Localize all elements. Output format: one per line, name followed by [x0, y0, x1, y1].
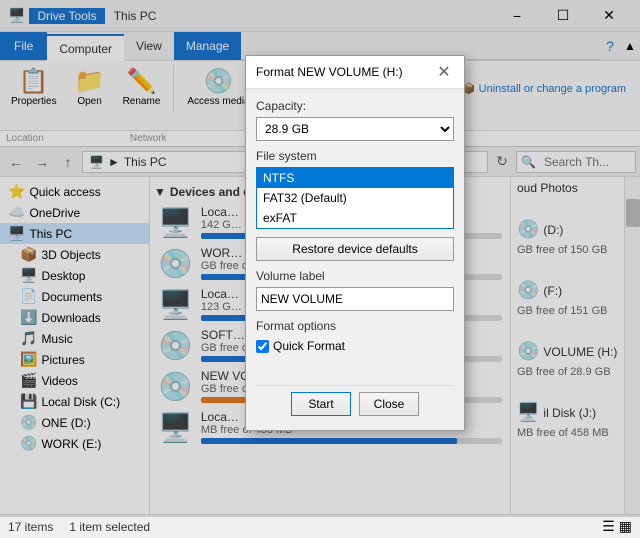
quick-format-label: Quick Format [273, 339, 345, 353]
view-list-button[interactable]: ☰ [602, 518, 615, 535]
quick-format-checkbox-row: Quick Format [256, 339, 454, 353]
modal-title-text: Format NEW VOLUME (H:) [256, 65, 403, 79]
filesystem-option-exfat[interactable]: exFAT [257, 208, 453, 228]
modal-body: Capacity: 28.9 GB File system NTFS FAT32… [246, 89, 464, 430]
extra-space [256, 361, 454, 381]
filesystem-label: File system [256, 149, 454, 163]
format-options-label: Format options [256, 319, 454, 333]
volume-label-label: Volume label [256, 269, 454, 283]
capacity-label: Capacity: [256, 99, 454, 113]
capacity-select-wrapper: 28.9 GB [256, 117, 454, 141]
modal-button-row: Start Close [256, 385, 454, 420]
status-icons: ☰ ▦ [602, 518, 632, 535]
item-count: 17 items [8, 520, 53, 534]
modal-overlay: Format NEW VOLUME (H:) ✕ Capacity: 28.9 … [0, 0, 640, 517]
filesystem-option-ntfs[interactable]: NTFS [257, 168, 453, 188]
format-dialog: Format NEW VOLUME (H:) ✕ Capacity: 28.9 … [245, 55, 465, 431]
close-dialog-button[interactable]: Close [359, 392, 419, 416]
modal-title-bar: Format NEW VOLUME (H:) ✕ [246, 56, 464, 89]
restore-defaults-button[interactable]: Restore device defaults [256, 237, 454, 261]
filesystem-option-fat32[interactable]: FAT32 (Default) [257, 188, 453, 208]
capacity-select[interactable]: 28.9 GB [256, 117, 454, 141]
start-button[interactable]: Start [291, 392, 351, 416]
volume-label-input[interactable] [256, 287, 454, 311]
selection-count: 1 item selected [69, 520, 150, 534]
status-bar: 17 items 1 item selected ☰ ▦ [0, 514, 640, 538]
quick-format-checkbox[interactable] [256, 340, 269, 353]
modal-close-button[interactable]: ✕ [434, 62, 454, 82]
view-grid-button[interactable]: ▦ [619, 518, 632, 535]
filesystem-dropdown[interactable]: NTFS FAT32 (Default) exFAT [256, 167, 454, 229]
